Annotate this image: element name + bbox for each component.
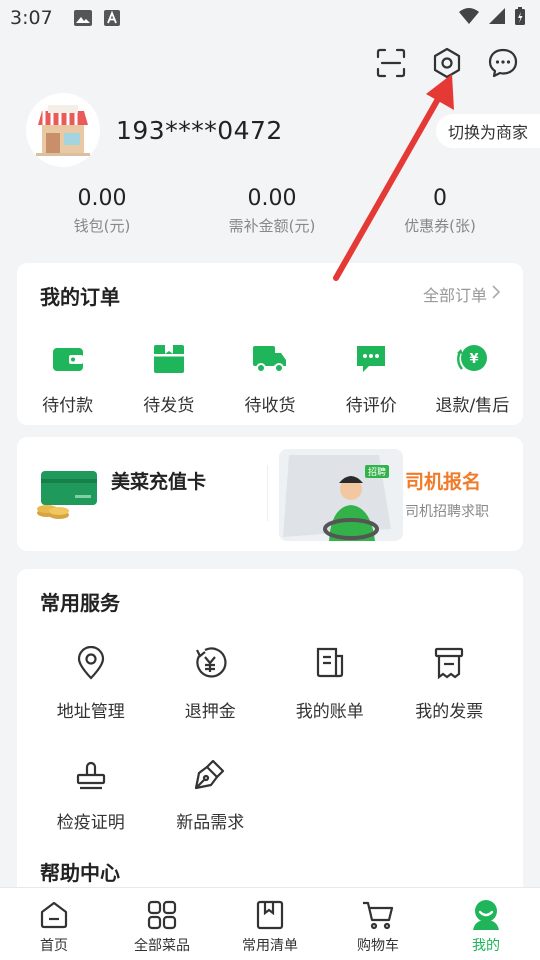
coupon-stat[interactable]: 0 优惠券(张)	[340, 186, 540, 236]
recharge-card-title[interactable]: 美菜充值卡	[111, 467, 206, 494]
services-title: 常用服务	[40, 591, 120, 615]
tab-label: 我的	[472, 938, 500, 954]
order-status-row: 待付款 待发货 待收货 待评价 ¥ 退款/售后	[17, 341, 523, 416]
tab-mine[interactable]: 我的	[432, 888, 540, 960]
services-grid: 地址管理 退押金 我的账单 我的发票 检疫证明 新品需求	[17, 645, 523, 833]
promo-card: 美菜充值卡 招聘 司机报名 司机招聘求职	[17, 437, 523, 551]
cart-icon	[360, 897, 396, 933]
refund-icon: ¥	[454, 341, 490, 377]
bookmark-list-icon	[252, 897, 288, 933]
avatar[interactable]	[26, 93, 100, 167]
profile-header: 193****0472 切换为商家	[26, 92, 540, 168]
user-phone: 193****0472	[116, 115, 283, 145]
tab-label: 全部菜品	[134, 938, 190, 954]
service-label: 我的账单	[295, 702, 364, 722]
battery-icon	[514, 6, 526, 31]
tab-cart[interactable]: 购物车	[324, 888, 432, 960]
wallet-icon	[50, 341, 86, 377]
status-bar: 3:07	[0, 0, 540, 36]
service-bill[interactable]: 我的账单	[270, 645, 390, 722]
service-deposit-refund[interactable]: 退押金	[151, 645, 271, 722]
invoice-icon	[431, 645, 467, 681]
service-label: 退押金	[184, 702, 236, 722]
stat-label: 钱包(元)	[73, 217, 131, 235]
account-stats: 0.00 钱包(元) 0.00 需补金额(元) 0 优惠券(张)	[0, 186, 540, 236]
user-icon	[468, 897, 504, 933]
help-center-title[interactable]: 帮助中心	[40, 857, 120, 886]
tab-all-products[interactable]: 全部菜品	[108, 888, 216, 960]
settings-icon[interactable]	[430, 46, 464, 80]
order-pending-review[interactable]: 待评价	[321, 341, 422, 416]
pen-icon	[192, 756, 228, 792]
service-invoice[interactable]: 我的发票	[390, 645, 510, 722]
tab-label: 首页	[40, 938, 68, 954]
order-status-label: 待发货	[143, 396, 195, 416]
switch-merchant-button[interactable]: 切换为商家	[435, 114, 540, 148]
all-orders-link[interactable]: 全部订单	[423, 282, 501, 306]
home-icon	[36, 897, 72, 933]
tab-label: 购物车	[357, 938, 399, 954]
promo-divider	[267, 465, 268, 521]
deposit-refund-icon	[192, 645, 228, 681]
stat-label: 优惠券(张)	[404, 217, 476, 235]
services-card: 常用服务 地址管理 退押金 我的账单 我的发票 检疫证明 新品需求 帮助中心	[17, 569, 523, 899]
bill-icon	[312, 645, 348, 681]
recharge-card-icon	[35, 465, 99, 525]
order-pending-shipment[interactable]: 待发货	[118, 341, 219, 416]
gift-box-icon	[151, 341, 187, 377]
driver-signup-subtitle: 司机招聘求职	[405, 504, 489, 520]
grid-icon	[144, 897, 180, 933]
supplement-stat[interactable]: 0.00 需补金额(元)	[204, 186, 340, 236]
stat-value: 0	[433, 186, 447, 211]
gallery-notification-icon	[73, 9, 93, 27]
stat-value: 0.00	[247, 186, 297, 211]
tab-common-list[interactable]: 常用清单	[216, 888, 324, 960]
tab-label: 常用清单	[242, 938, 298, 954]
all-orders-label: 全部订单	[422, 286, 487, 305]
order-status-label: 待评价	[345, 396, 397, 416]
header-actions	[374, 46, 520, 80]
service-label: 新品需求	[176, 813, 245, 833]
stat-value: 0.00	[77, 186, 127, 211]
service-new-product[interactable]: 新品需求	[151, 756, 271, 833]
driver-signup-title[interactable]: 司机报名	[405, 467, 481, 494]
order-pending-receipt[interactable]: 待收货	[219, 341, 320, 416]
chevron-right-icon	[491, 284, 501, 304]
wifi-icon	[458, 7, 480, 30]
order-pending-payment[interactable]: 待付款	[17, 341, 118, 416]
location-icon	[73, 645, 109, 681]
message-icon[interactable]	[486, 46, 520, 80]
service-label: 检疫证明	[56, 813, 125, 833]
stamp-icon	[73, 756, 109, 792]
svg-text:¥: ¥	[470, 352, 479, 367]
recharge-card-entry[interactable]	[35, 465, 99, 525]
scan-icon[interactable]	[374, 46, 408, 80]
truck-icon	[252, 341, 288, 377]
stat-label: 需补金额(元)	[228, 217, 316, 235]
wallet-stat[interactable]: 0.00 钱包(元)	[0, 186, 204, 236]
order-refund-aftersale[interactable]: ¥ 退款/售后	[422, 341, 523, 416]
order-status-label: 待收货	[244, 396, 296, 416]
font-notification-icon	[103, 9, 121, 27]
status-time: 3:07	[10, 7, 53, 29]
orders-card: 我的订单 全部订单 待付款 待发货 待收货 待评价 ¥ 退款/售后	[17, 263, 523, 425]
service-label: 地址管理	[56, 702, 125, 722]
tab-home[interactable]: 首页	[0, 888, 108, 960]
driver-badge-text: 招聘	[368, 466, 386, 478]
service-address[interactable]: 地址管理	[31, 645, 151, 722]
driver-illustration[interactable]: 招聘	[279, 449, 403, 541]
bottom-tab-bar: 首页 全部菜品 常用清单 购物车 我的	[0, 887, 540, 960]
service-quarantine[interactable]: 检疫证明	[31, 756, 151, 833]
order-status-label: 退款/售后	[435, 396, 510, 416]
order-status-label: 待付款	[42, 396, 94, 416]
signal-icon	[488, 7, 506, 30]
comment-icon	[353, 341, 389, 377]
orders-title: 我的订单	[40, 285, 120, 309]
service-label: 我的发票	[415, 702, 484, 722]
